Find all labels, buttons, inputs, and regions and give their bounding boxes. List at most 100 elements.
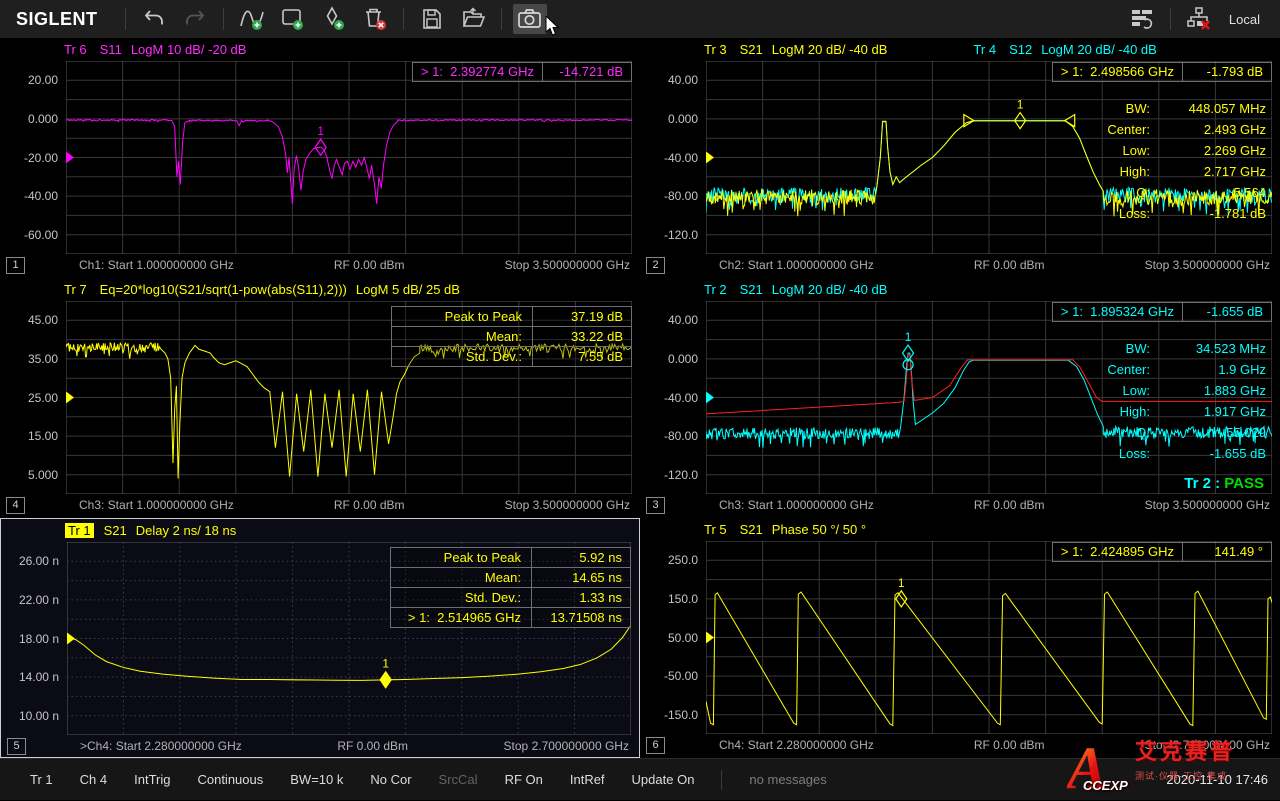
local-mode-label[interactable]: Local (1229, 12, 1260, 27)
y-tick: 25.00 (28, 391, 58, 405)
y-axis-labels: 26.00 n 22.00 n 18.00 n 14.00 n 10.00 n (1, 542, 67, 735)
stat-value: 34.523 MHz (1196, 341, 1266, 356)
trace-title-bar: Tr 2 S21 LogM 20 dB/ -40 dB (640, 278, 1280, 301)
undo-button[interactable] (137, 4, 171, 34)
bandwidth-stats: BW:448.057 MHz Center:2.493 GHz Low:2.26… (1107, 101, 1272, 221)
undo-icon (142, 7, 166, 31)
trace-label[interactable]: Tr 7 (64, 282, 87, 297)
trash-icon (362, 6, 388, 32)
plot-panel-6[interactable]: Tr 5 S21 Phase 50 °/ 50 ° 250.0 150.0 50… (640, 518, 1280, 758)
stat-value: 37.19 dB (532, 307, 631, 326)
status-rf-output: RF On (505, 772, 543, 787)
footer-stop: Stop 3.500000000 GHz (505, 258, 630, 272)
add-trace-icon (239, 6, 265, 32)
stat-label: Mean: (392, 327, 532, 346)
trace-measurement: S11 (100, 42, 122, 57)
marker-readout: > 1: 1.895324 GHz-1.655 dB (1052, 302, 1272, 322)
y-tick: -80.00 (664, 429, 698, 443)
status-active-channel: Ch 4 (80, 772, 107, 787)
trace-label[interactable]: Tr 6 (64, 42, 87, 57)
delete-button[interactable] (358, 4, 392, 34)
trace-equation: Eq=20*log10(S21/sqrt(1-pow(abs(S11),2))) (100, 282, 347, 297)
stat-value: 1.33 ns (531, 588, 630, 607)
y-tick: 40.00 (668, 73, 698, 87)
trace-label[interactable]: Tr 2 (704, 282, 727, 297)
footer-rf-power: RF 0.00 dBm (974, 738, 1045, 752)
y-tick: 45.00 (28, 313, 58, 327)
status-divider (721, 770, 722, 790)
add-trace-button[interactable] (235, 4, 269, 34)
trace-format: Phase 50 °/ 50 ° (772, 522, 866, 537)
y-tick: -60.00 (24, 228, 58, 242)
add-marker-button[interactable] (317, 4, 351, 34)
trace-measurement: S21 (740, 522, 763, 537)
marker-frequency: > 1: 1.895324 GHz (1053, 303, 1182, 321)
footer-start: Ch2: Start 1.000000000 GHz (719, 258, 874, 272)
redo-button[interactable] (178, 4, 212, 34)
plot-area: 1 Peak to Peak5.92 ns Mean:14.65 ns Std.… (67, 542, 631, 735)
open-button[interactable] (456, 4, 490, 34)
trace-label[interactable]: Tr 4 (973, 42, 996, 57)
trace-measurement: S21 (740, 282, 763, 297)
plot-panel-5-active[interactable]: Tr 1 S21 Delay 2 ns/ 18 ns 26.00 n 22.00… (0, 518, 640, 758)
footer-rf-power: RF 0.00 dBm (334, 498, 405, 512)
footer-start: Ch3: Start 1.000000000 GHz (719, 498, 874, 512)
channel-footer: 3 Ch3: Start 1.000000000 GHz RF 0.00 dBm… (640, 494, 1280, 516)
stat-label: Std. Dev.: (392, 347, 532, 366)
plot-panel-1[interactable]: Tr 6 S11 LogM 10 dB/ -20 dB 20.00 0.000 … (0, 38, 640, 278)
y-tick: 250.0 (668, 553, 698, 567)
stat-label: Peak to Peak (392, 307, 532, 326)
stat-value: 2.269 GHz (1204, 143, 1266, 158)
siglent-logo: SIGLENT (16, 9, 98, 30)
window-number: 3 (646, 497, 665, 514)
add-window-button[interactable] (276, 4, 310, 34)
window-layout-button[interactable] (1125, 4, 1159, 34)
y-axis-labels: 20.00 0.000 -20.00 -40.00 -60.00 (0, 61, 66, 254)
trace-format: LogM 20 dB/ -40 dB (772, 282, 888, 297)
status-sweep-mode: Continuous (197, 772, 263, 787)
y-tick: 18.00 n (19, 632, 59, 646)
plot-panel-4[interactable]: Tr 7 Eq=20*log10(S21/sqrt(1-pow(abs(S11)… (0, 278, 640, 518)
trace-label[interactable]: Tr 5 (704, 522, 727, 537)
plot-area: 1 > 1: 2.392774 GHz-14.721 dB (66, 61, 632, 254)
stat-row: > 1: 2.514965 GHz13.71508 ns (390, 607, 631, 628)
stat-value: 2.717 GHz (1204, 164, 1266, 179)
stat-label: High: (1120, 404, 1150, 419)
footer-start: Ch3: Start 1.000000000 GHz (79, 498, 234, 512)
y-tick: 15.00 (28, 429, 58, 443)
stat-label: BW: (1126, 341, 1150, 356)
save-button[interactable] (415, 4, 449, 34)
trace-label[interactable]: Tr 3 (704, 42, 727, 57)
stat-value: 1.917 GHz (1204, 404, 1266, 419)
stat-row: Std. Dev.:1.33 ns (390, 587, 631, 608)
phase-trace-chart[interactable]: 1 (706, 541, 1272, 734)
svg-text:1: 1 (382, 657, 389, 671)
network-status-button[interactable] (1182, 4, 1216, 34)
footer-start: >Ch4: Start 2.280000000 GHz (80, 739, 242, 753)
plot-panel-3[interactable]: Tr 2 S21 LogM 20 dB/ -40 dB 40.00 0.000 … (640, 278, 1280, 518)
stat-value: 5.564 (1233, 185, 1266, 200)
plot-panel-2[interactable]: Tr 3 S21 LogM 20 dB/ -40 dB Tr 4 S12 Log… (640, 38, 1280, 278)
toolbar: SIGLENT Local (0, 0, 1280, 38)
active-trace-label[interactable]: Tr 1 (65, 523, 94, 538)
channel-footer: 4 Ch3: Start 1.000000000 GHz RF 0.00 dBm… (0, 494, 640, 516)
y-tick: 40.00 (668, 313, 698, 327)
trace-measurement: S12 (1009, 42, 1032, 57)
y-axis-labels: 250.0 150.0 50.00 -50.00 -150.0 (640, 541, 706, 734)
status-bar: Tr 1 Ch 4 IntTrig Continuous BW=10 k No … (0, 758, 1280, 800)
trace-format: Delay 2 ns/ 18 ns (136, 523, 236, 538)
window-layout-icon (1129, 6, 1155, 32)
plot-area: Peak to Peak37.19 dB Mean:33.22 dB Std. … (66, 301, 632, 494)
stat-label: Q: (1136, 425, 1150, 440)
camera-icon (517, 6, 543, 32)
footer-start: Ch4: Start 2.280000000 GHz (719, 738, 874, 752)
marker-value: -1.793 dB (1182, 63, 1271, 81)
screenshot-button[interactable] (513, 4, 547, 34)
y-tick: -80.00 (664, 189, 698, 203)
marker-readout: > 1: 2.392774 GHz-14.721 dB (412, 62, 632, 82)
trace-measurement: S21 (740, 42, 763, 57)
stat-row: Std. Dev.:7.55 dB (391, 346, 632, 367)
stat-value: 7.55 dB (532, 347, 631, 366)
y-tick: -40.00 (24, 189, 58, 203)
s11-trace-chart[interactable]: 1 (66, 61, 632, 254)
